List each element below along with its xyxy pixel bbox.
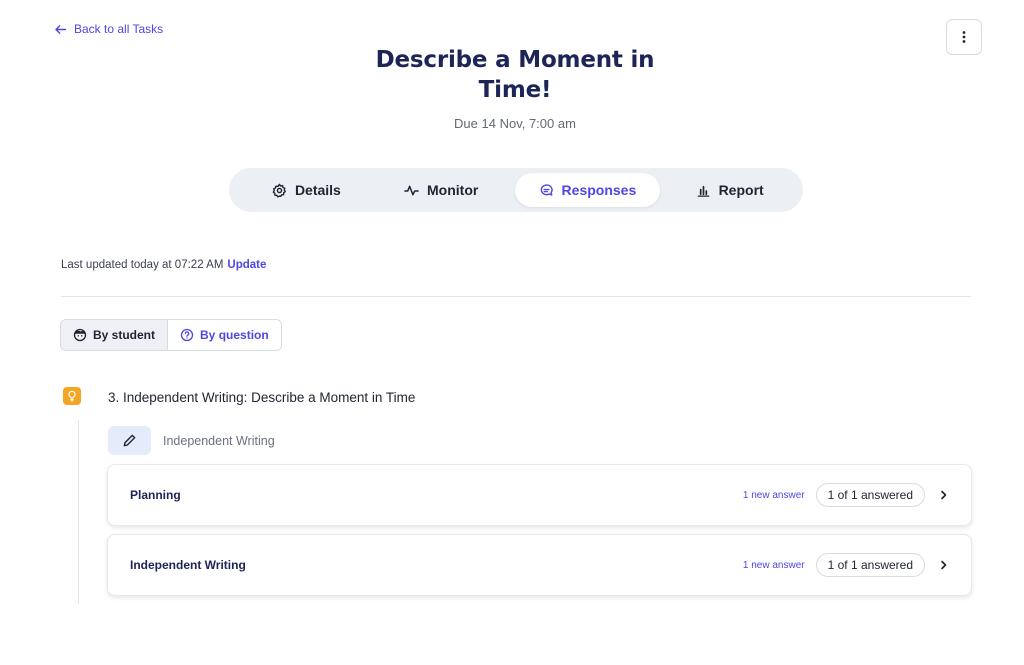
back-link-label: Back to all Tasks xyxy=(74,22,164,36)
last-updated-text: Last updated today at 07:22 AM xyxy=(61,259,224,271)
lightbulb-icon xyxy=(63,387,81,405)
question-circle-icon xyxy=(180,328,194,342)
due-date: Due 14 Nov, 7:00 am xyxy=(454,116,576,131)
more-options-button[interactable] xyxy=(946,19,982,55)
tab-details[interactable]: Details xyxy=(241,173,372,207)
question-card-independent-writing[interactable]: Independent Writing 1 new answer 1 of 1 … xyxy=(107,534,972,596)
kebab-menu-icon xyxy=(962,31,966,43)
answered-count-badge: 1 of 1 answered xyxy=(815,553,925,577)
chat-icon xyxy=(540,183,553,196)
section-title: 3. Independent Writing: Describe a Momen… xyxy=(108,390,416,405)
view-toggle: By student By question xyxy=(60,319,282,351)
by-question-option[interactable]: By question xyxy=(168,320,281,350)
answered-count-badge: 1 of 1 answered xyxy=(815,483,925,507)
by-student-option[interactable]: By student xyxy=(61,320,169,350)
activity-header: Independent Writing xyxy=(108,426,275,455)
section-connector-line xyxy=(78,420,79,604)
page-title: Describe a Moment in Time! xyxy=(375,47,655,103)
tab-monitor[interactable]: Monitor xyxy=(372,173,511,207)
tab-report-label: Report xyxy=(718,182,764,198)
new-answer-label: 1 new answer xyxy=(742,489,805,501)
question-card-planning[interactable]: Planning 1 new answer 1 of 1 answered xyxy=(107,464,972,526)
last-updated: Last updated today at 07:22 AM Update xyxy=(61,259,266,271)
by-student-label: By student xyxy=(93,328,156,342)
gear-icon xyxy=(272,183,286,198)
chevron-right-icon xyxy=(941,490,947,500)
tab-responses[interactable]: Responses xyxy=(514,173,661,207)
bar-chart-icon xyxy=(697,185,709,197)
tab-responses-label: Responses xyxy=(561,182,637,198)
activity-label: Independent Writing xyxy=(163,433,275,448)
new-answer-label: 1 new answer xyxy=(742,559,805,571)
chevron-right-icon xyxy=(941,560,947,570)
divider xyxy=(61,296,971,297)
by-question-label: By question xyxy=(200,328,269,342)
pencil-glyph xyxy=(123,434,136,447)
student-face-icon xyxy=(73,328,87,342)
pulse-icon xyxy=(404,185,419,195)
lightbulb-glyph xyxy=(68,390,76,402)
tab-details-label: Details xyxy=(294,182,341,198)
tab-report[interactable]: Report xyxy=(660,173,799,207)
tab-bar: Details Monitor Responses Report xyxy=(229,168,803,212)
question-name: Independent Writing xyxy=(130,558,246,572)
tab-monitor-label: Monitor xyxy=(427,182,479,198)
arrow-left-icon xyxy=(55,24,67,34)
back-to-tasks-link[interactable]: Back to all Tasks xyxy=(54,22,163,36)
update-link[interactable]: Update xyxy=(227,259,266,271)
pencil-icon xyxy=(108,426,151,455)
question-name: Planning xyxy=(130,488,181,502)
